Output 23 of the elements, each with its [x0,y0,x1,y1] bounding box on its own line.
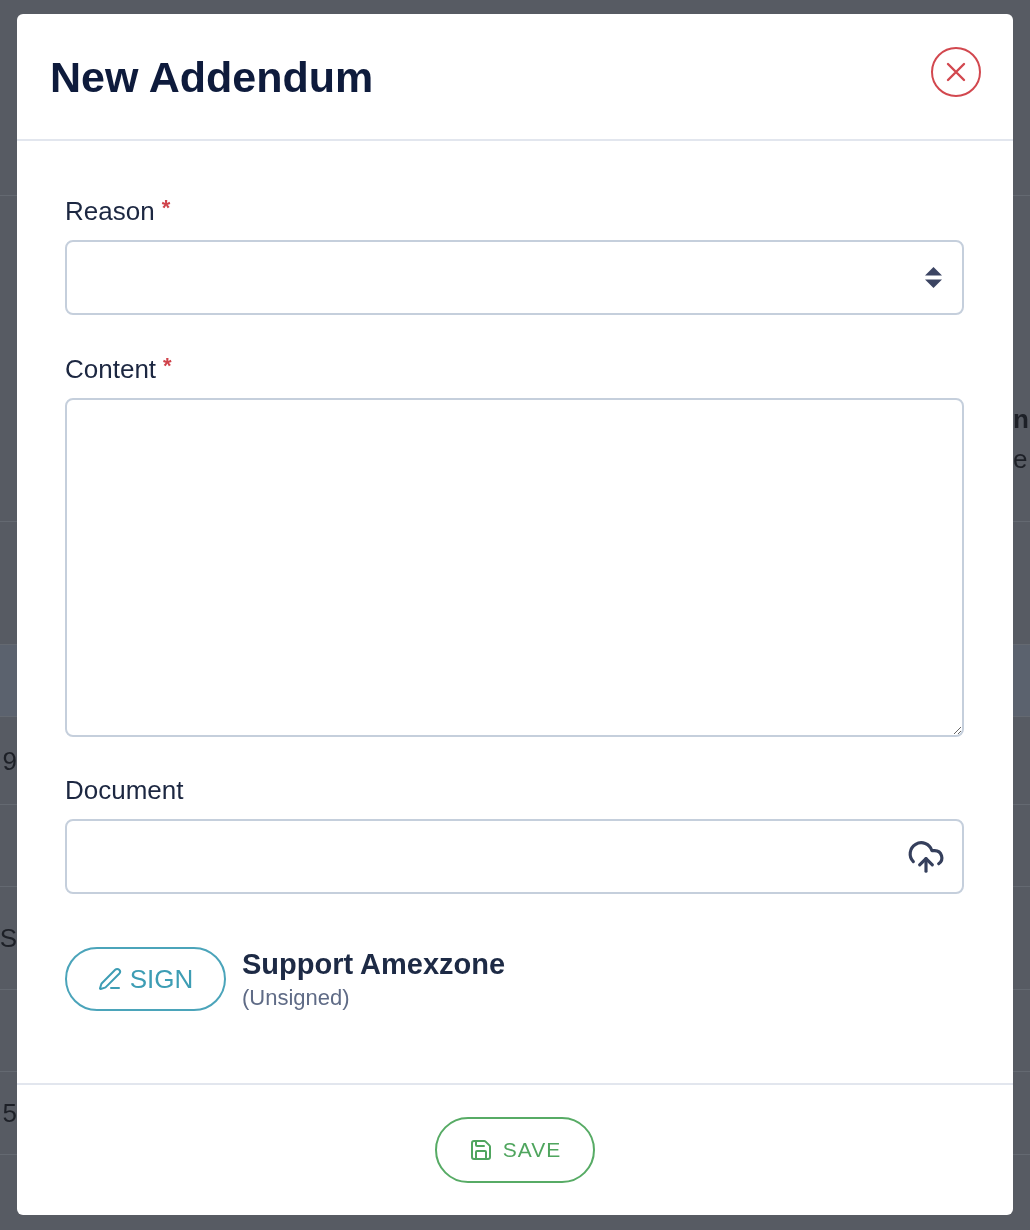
field-label: Content [65,353,157,385]
dialog-title: New Addendum [50,51,374,103]
close-icon [946,61,966,82]
background-text: 9 [2,744,17,778]
background-text: S [0,922,17,955]
pen-icon [97,967,122,991]
field-label: Document [65,774,184,806]
signature-status: (Unsigned) [242,984,351,1012]
required-mark: * [161,195,171,221]
required-mark: * [163,353,172,379]
field-label: Reason [65,195,155,227]
reason-select[interactable] [65,240,964,315]
content-textarea[interactable] [65,398,964,737]
background-text: e [1013,443,1028,476]
save-button[interactable]: SAVE [435,1117,595,1183]
document-upload-field[interactable] [65,819,964,894]
close-button[interactable] [931,46,981,97]
save-icon [468,1138,493,1162]
background-text: n [1013,403,1029,436]
signer-name: Support Amexzone [242,947,506,981]
sign-button[interactable]: SIGN [65,947,226,1011]
sort-caret-icon [925,267,942,288]
background-text: 5 [2,1097,17,1130]
